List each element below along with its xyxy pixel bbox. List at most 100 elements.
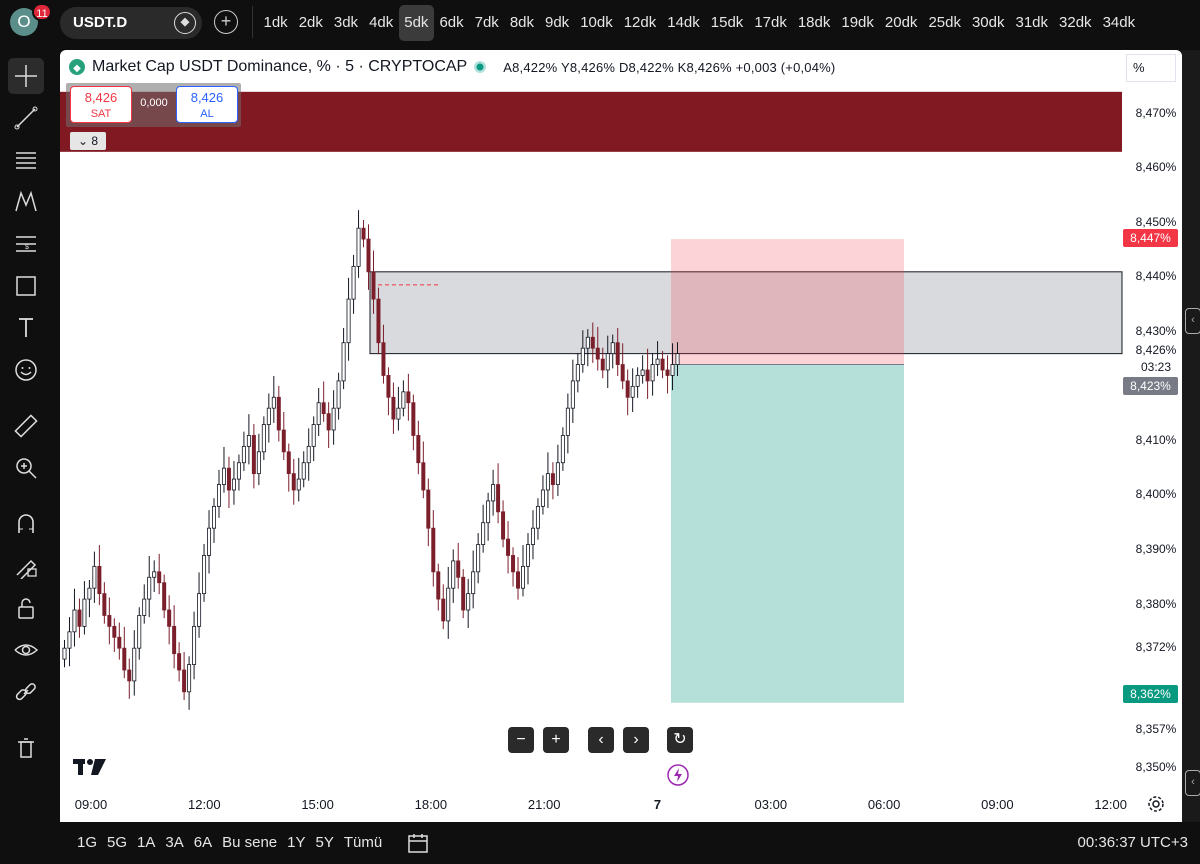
buy-price: 8,426: [190, 90, 224, 105]
candle-body: [491, 484, 496, 502]
range-tümü[interactable]: Tümü: [339, 822, 387, 864]
range-5g[interactable]: 5G: [102, 822, 132, 864]
bid-price-tag: 8,423%: [1123, 377, 1178, 395]
range-1a[interactable]: 1A: [132, 822, 160, 864]
range-bu-sene[interactable]: Bu sene: [217, 822, 282, 864]
interval-15dk[interactable]: 15dk: [705, 5, 749, 41]
candle-body: [62, 647, 67, 660]
interval-5dk[interactable]: 5dk: [398, 5, 434, 41]
interval-1dk[interactable]: 1dk: [258, 5, 293, 41]
symbol-search[interactable]: USDT.D ◆: [60, 7, 202, 39]
interval-34dk[interactable]: 34dk: [1097, 5, 1141, 41]
text-icon[interactable]: [8, 310, 44, 346]
diamond-icon[interactable]: ◆: [174, 12, 196, 34]
chart-panel[interactable]: ◆ Market Cap USDT Dominance, % · 5 · CRY…: [60, 50, 1182, 822]
interval-20dk[interactable]: 20dk: [879, 5, 923, 41]
trash-icon[interactable]: [8, 730, 44, 766]
interval-12dk[interactable]: 12dk: [618, 5, 662, 41]
candle-body: [326, 413, 331, 431]
interval-25dk[interactable]: 25dk: [923, 5, 967, 41]
candle-body: [301, 462, 306, 480]
interval-4dk[interactable]: 4dk: [364, 5, 399, 41]
fib-lines-icon[interactable]: [8, 142, 44, 178]
scroll-right-button[interactable]: ›: [623, 727, 649, 753]
buy-button[interactable]: 8,426 AL: [176, 86, 238, 123]
market-status-icon[interactable]: [473, 60, 487, 74]
link-icon[interactable]: [8, 674, 44, 710]
candle-body: [595, 347, 600, 360]
symbol-label: USDT.D: [73, 14, 128, 31]
unlock-icon[interactable]: [8, 590, 44, 626]
time-tick-label: 09:00: [74, 797, 108, 812]
rectangle-icon[interactable]: [8, 268, 44, 304]
range-6a[interactable]: 6A: [189, 822, 217, 864]
unit-label[interactable]: %: [1126, 54, 1176, 82]
candle-body: [177, 653, 182, 671]
candle-body: [231, 478, 236, 491]
pattern-icon[interactable]: [8, 184, 44, 220]
interval-30dk[interactable]: 30dk: [966, 5, 1010, 41]
candle-body: [431, 527, 436, 573]
gear-icon[interactable]: [1146, 794, 1166, 814]
range-1g[interactable]: 1G: [72, 822, 102, 864]
time-tick-label: 06:00: [867, 797, 901, 812]
range-1y[interactable]: 1Y: [282, 822, 310, 864]
scroll-left-button[interactable]: ‹: [588, 727, 614, 753]
forecast-icon[interactable]: $: [8, 226, 44, 262]
interval-31dk[interactable]: 31dk: [1010, 5, 1054, 41]
candle-body: [226, 467, 231, 491]
candle-body: [172, 625, 177, 655]
interval-14dk[interactable]: 14dk: [662, 5, 706, 41]
interval-6dk[interactable]: 6dk: [434, 5, 469, 41]
chevron-left-icon-bottom[interactable]: ‹: [1185, 770, 1200, 796]
crosshair-icon[interactable]: [8, 58, 44, 94]
tradingview-logo-icon[interactable]: [72, 754, 108, 776]
zoom-in-icon[interactable]: [8, 450, 44, 486]
candle-body: [87, 587, 92, 600]
price-tick-label: 8,450%: [1135, 214, 1177, 229]
interval-7dk[interactable]: 7dk: [469, 5, 504, 41]
candle-body: [630, 385, 635, 398]
interval-10dk[interactable]: 10dk: [575, 5, 619, 41]
calendar-icon[interactable]: [407, 832, 429, 854]
indicators-collapse-button[interactable]: ⌄ 8: [70, 132, 106, 150]
candle-body: [92, 565, 97, 589]
interval-19dk[interactable]: 19dk: [836, 5, 880, 41]
eye-icon[interactable]: [8, 632, 44, 668]
ohlc-values: A8,422% Y8,426% D8,422% K8,426% +0,003 (…: [503, 59, 836, 75]
time-tick-label: 03:00: [754, 797, 788, 812]
clock-timezone[interactable]: 00:36:37 UTC+3: [1078, 822, 1189, 864]
lightning-icon[interactable]: [666, 763, 690, 787]
emoji-icon[interactable]: [8, 352, 44, 388]
zoom-in-button[interactable]: +: [543, 727, 569, 753]
lock-drawing-icon[interactable]: [8, 548, 44, 584]
chart-title[interactable]: Market Cap USDT Dominance, % · 5 · CRYPT…: [92, 58, 467, 76]
compare-symbol-button[interactable]: +: [214, 10, 238, 34]
magnet-icon[interactable]: [8, 506, 44, 542]
interval-9dk[interactable]: 9dk: [540, 5, 575, 41]
interval-32dk[interactable]: 32dk: [1054, 5, 1098, 41]
interval-8dk[interactable]: 8dk: [504, 5, 539, 41]
candle-body: [251, 435, 256, 475]
interval-18dk[interactable]: 18dk: [792, 5, 836, 41]
reset-chart-button[interactable]: ↻: [667, 727, 693, 753]
trend-line-icon[interactable]: [8, 100, 44, 136]
candle-body: [286, 451, 291, 475]
interval-3dk[interactable]: 3dk: [328, 5, 363, 41]
right-sidebar-strip: ‹ ‹: [1182, 50, 1200, 822]
chevron-left-icon[interactable]: ‹: [1185, 308, 1200, 334]
interval-17dk[interactable]: 17dk: [749, 5, 793, 41]
range-3a[interactable]: 3A: [160, 822, 188, 864]
ruler-icon[interactable]: [8, 408, 44, 444]
candle-body: [197, 593, 202, 627]
candle-body: [346, 298, 351, 344]
interval-2dk[interactable]: 2dk: [293, 5, 328, 41]
candle-body: [97, 565, 102, 595]
candle-body: [655, 358, 660, 365]
sell-button[interactable]: 8,426 SAT: [70, 86, 132, 123]
candle-body: [411, 402, 416, 436]
price-chart[interactable]: [60, 50, 1182, 822]
range-5y[interactable]: 5Y: [311, 822, 339, 864]
zoom-out-button[interactable]: −: [508, 727, 534, 753]
candle-body: [142, 598, 147, 616]
